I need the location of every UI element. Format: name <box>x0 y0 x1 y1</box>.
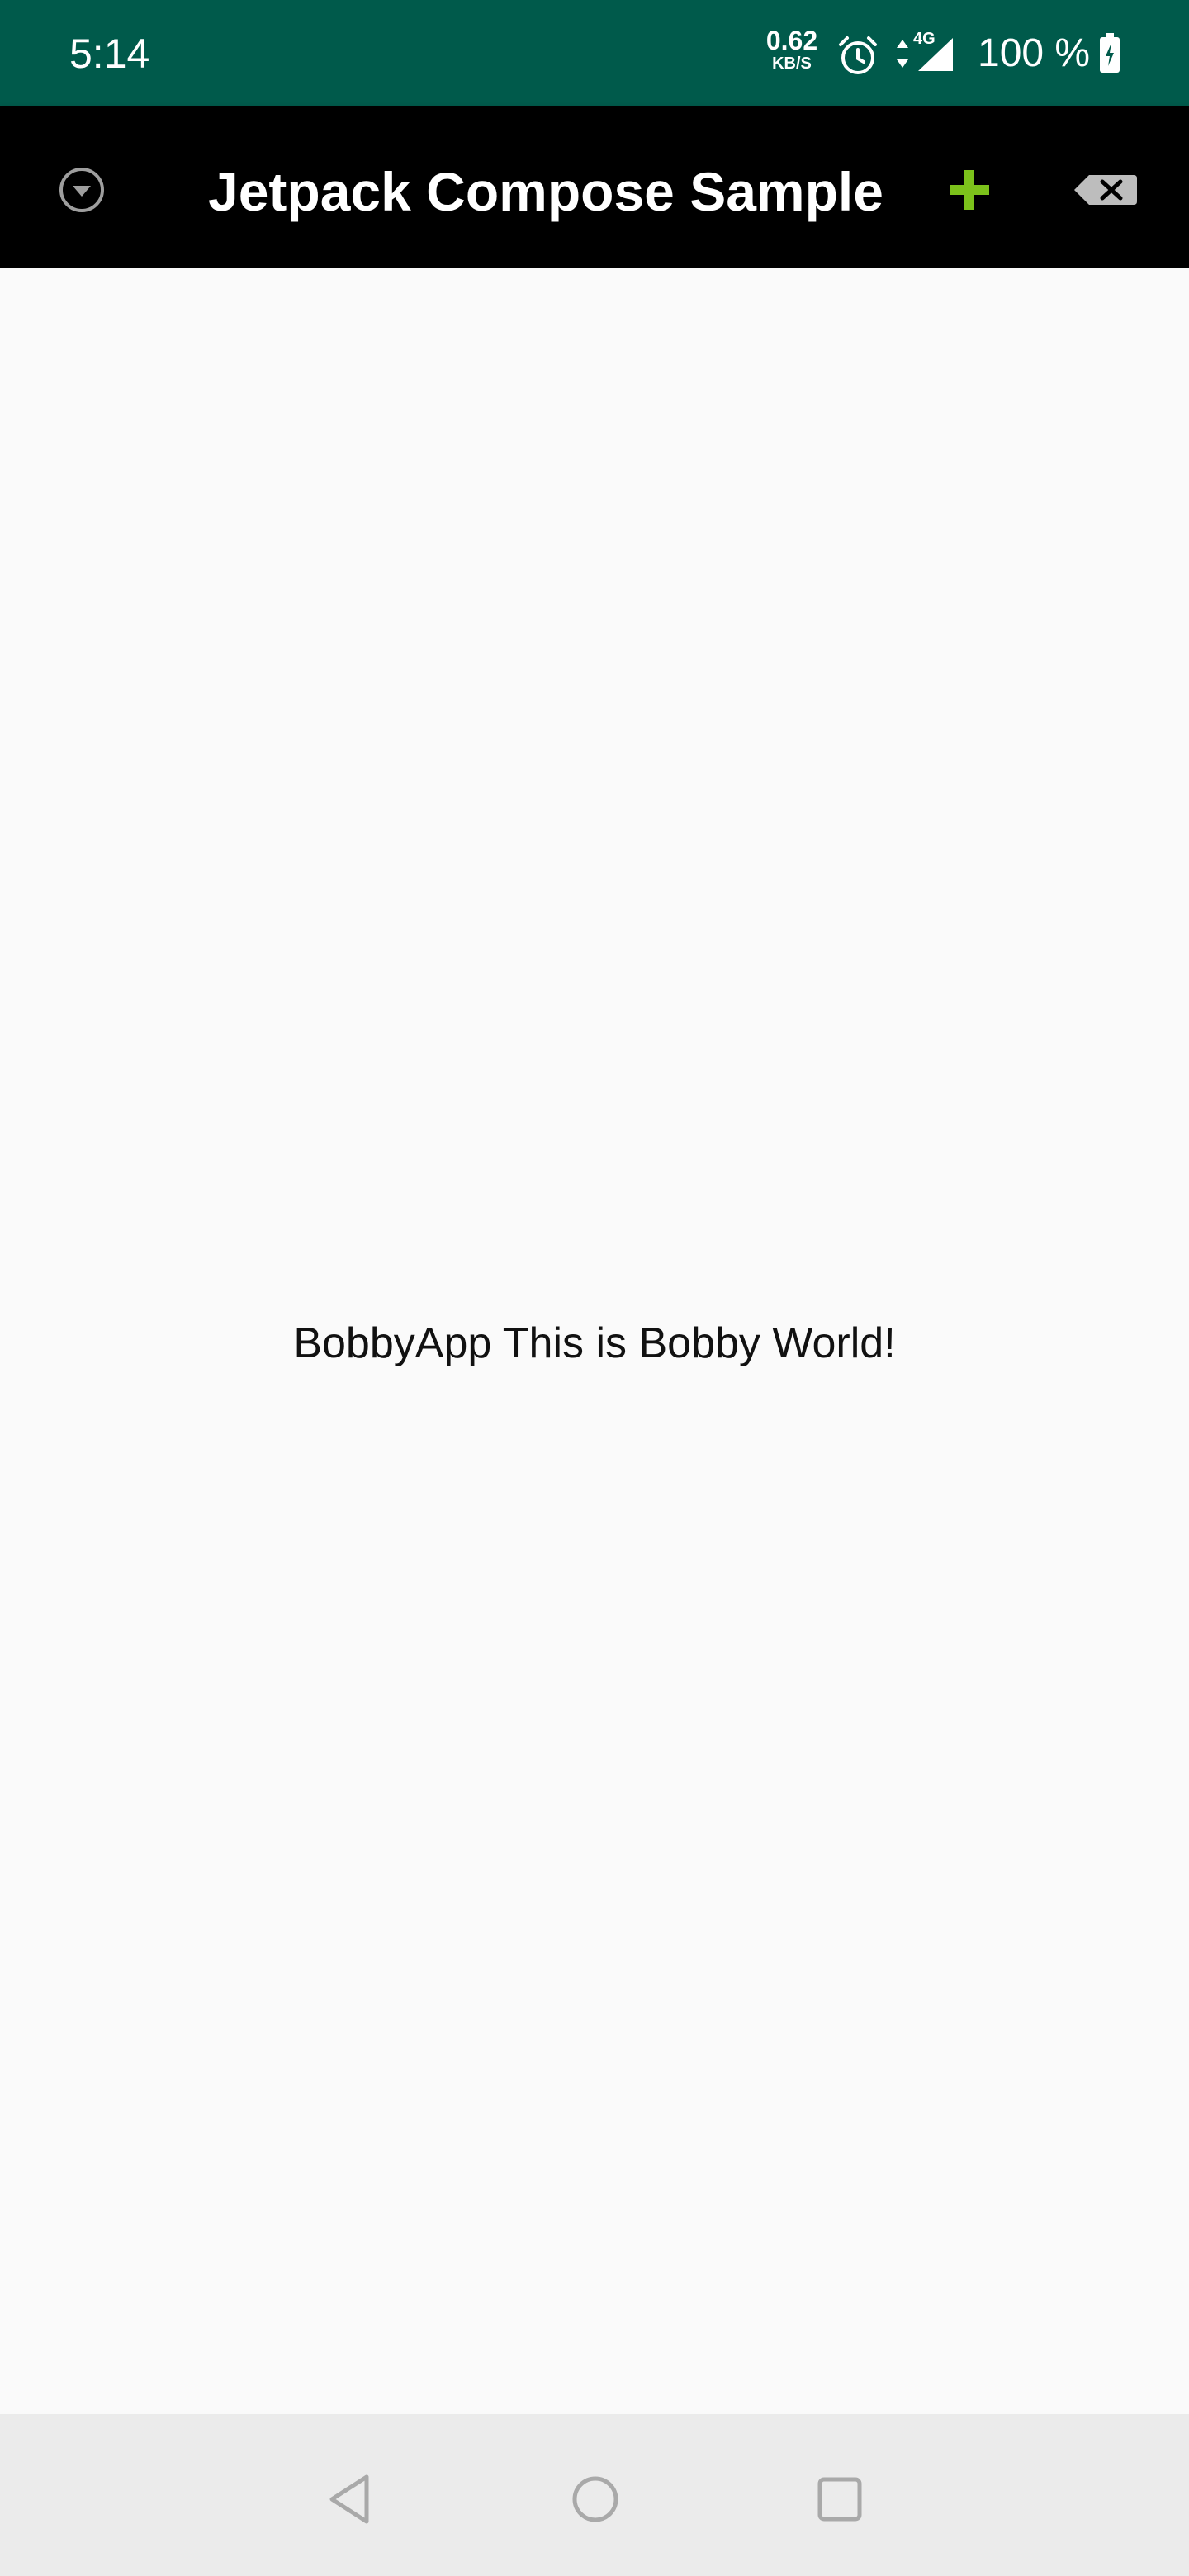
back-button[interactable] <box>317 2465 385 2533</box>
network-speed: 0.62 KB/S <box>763 26 821 73</box>
plus-icon <box>950 170 989 210</box>
status-bar: 5:14 0.62 KB/S 4G 100 % <box>0 0 1189 106</box>
network-speed-value: 0.62 <box>765 26 818 55</box>
main-content: BobbyApp This is Bobby World! <box>0 268 1189 2414</box>
battery-charging-icon <box>1100 33 1120 73</box>
dropdown-menu-button[interactable] <box>45 157 119 223</box>
network-speed-unit: KB/S <box>772 54 812 73</box>
navigation-bar <box>0 2414 1189 2576</box>
recents-button[interactable] <box>806 2465 874 2533</box>
top-app-bar: Jetpack Compose Sample <box>0 106 1189 268</box>
status-time: 5:14 <box>69 31 150 77</box>
app-title: Jetpack Compose Sample <box>208 161 883 222</box>
data-activity-icon <box>897 40 908 68</box>
dropdown-circle-icon <box>59 168 104 212</box>
greeting-text: BobbyApp This is Bobby World! <box>293 1319 896 1367</box>
signal-icon <box>918 38 953 71</box>
clear-button[interactable] <box>1070 159 1141 221</box>
alarm-icon <box>839 36 877 74</box>
home-button[interactable] <box>561 2465 629 2533</box>
add-button[interactable] <box>938 159 1001 221</box>
backspace-icon <box>1074 175 1137 205</box>
battery-percentage: 100 % <box>978 31 1091 75</box>
